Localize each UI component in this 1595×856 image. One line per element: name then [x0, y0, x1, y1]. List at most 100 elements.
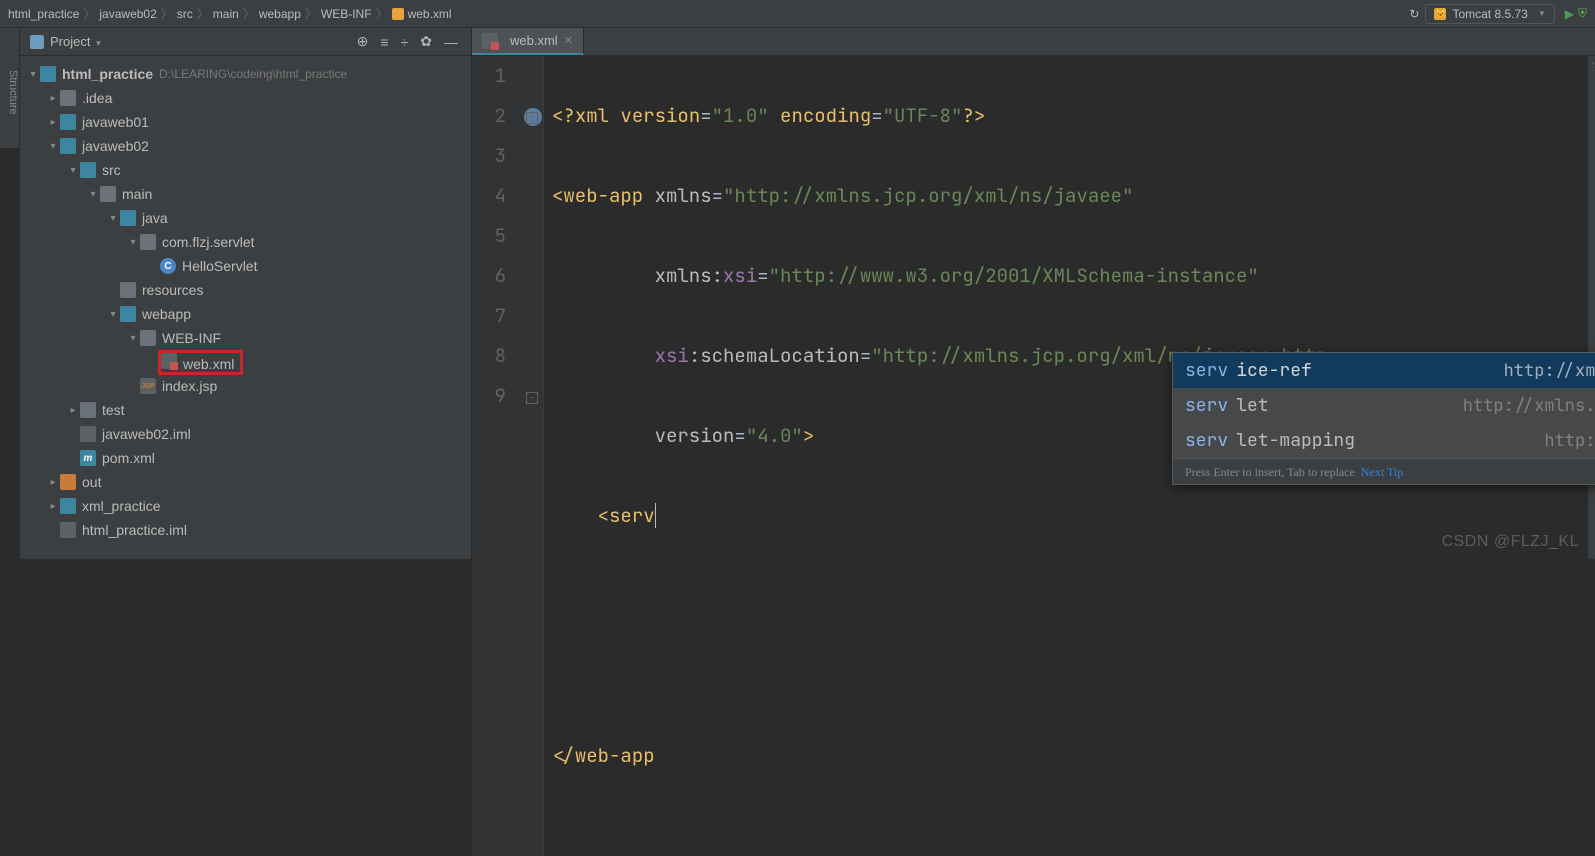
watermark: CSDN @FLZJ_KL: [1442, 533, 1579, 551]
tree-item[interactable]: java: [20, 206, 471, 230]
project-tool-window: Project ⊕ ≡ ÷ ✿ — html_practice D:\LEARI…: [20, 28, 472, 559]
code-completion-popup[interactable]: service-refhttp://xmlns.jcp.org/xml/n…se…: [1172, 352, 1595, 485]
folder-icon: [140, 234, 156, 250]
run-config-selector[interactable]: 🐱 Tomcat 8.5.73: [1425, 4, 1554, 24]
run-button[interactable]: ▶: [1565, 7, 1574, 21]
completion-hint: Press Enter to insert, Tab to replace: [1185, 452, 1355, 492]
tree-item[interactable]: html_practice.iml: [20, 518, 471, 542]
tree-item[interactable]: xml_practice: [20, 494, 471, 518]
code-editor[interactable]: 123456789 − − <?xml version="1.0" encodi…: [472, 56, 1595, 856]
completion-footer: Press Enter to insert, Tab to replace Ne…: [1173, 458, 1595, 484]
tree-item-label: WEB-INF: [162, 330, 221, 346]
tree-item[interactable]: javaweb01: [20, 110, 471, 134]
folder-blue-icon: [60, 138, 76, 154]
expand-icon[interactable]: ≡: [377, 34, 391, 50]
xml-file-icon: [482, 33, 498, 49]
folder-icon: [140, 330, 156, 346]
structure-tool-tab[interactable]: Structure: [0, 28, 20, 148]
tree-item[interactable]: m pom.xml: [20, 446, 471, 470]
breadcrumb-item[interactable]: main: [213, 7, 239, 21]
breadcrumb-item[interactable]: webapp: [259, 7, 301, 21]
tree-item[interactable]: web.xml: [20, 350, 471, 374]
tree-item-label: xml_practice: [82, 498, 161, 514]
folder-blue-icon: [60, 114, 76, 130]
tree-item[interactable]: com.flzj.servlet: [20, 230, 471, 254]
tree-item[interactable]: CHelloServlet: [20, 254, 471, 278]
tree-item[interactable]: test: [20, 398, 471, 422]
tree-item[interactable]: WEB-INF: [20, 326, 471, 350]
tree-item[interactable]: webapp: [20, 302, 471, 326]
editor-tabs: web.xml ✕: [472, 28, 1595, 56]
tree-item-label: javaweb02.iml: [102, 426, 191, 442]
file-icon: [60, 522, 76, 538]
tree-item-label: java: [142, 210, 168, 226]
tab-label: web.xml: [510, 33, 558, 48]
project-panel-header: Project ⊕ ≡ ÷ ✿ —: [20, 28, 471, 56]
fold-icon[interactable]: −: [526, 112, 538, 124]
folder-blue-icon: [60, 498, 76, 514]
tree-root[interactable]: html_practice D:\LEARING\codeing\html_pr…: [20, 62, 471, 86]
folder-icon: [80, 402, 96, 418]
jsp-icon: JSP: [140, 378, 156, 394]
tree-item[interactable]: javaweb02.iml: [20, 422, 471, 446]
folder-icon: [60, 90, 76, 106]
sync-icon[interactable]: ↻: [1409, 7, 1419, 21]
tree-item-label: webapp: [142, 306, 191, 322]
tree-item[interactable]: out: [20, 470, 471, 494]
breadcrumb-item[interactable]: web.xml: [408, 7, 452, 21]
debug-button[interactable]: ⛨: [1578, 6, 1587, 21]
tree-item-label: test: [102, 402, 125, 418]
tree-item-label: main: [122, 186, 152, 202]
project-title[interactable]: Project: [50, 34, 102, 49]
folder-blue-icon: [120, 210, 136, 226]
tree-item-label: web.xml: [183, 356, 234, 372]
tree-item[interactable]: main: [20, 182, 471, 206]
run-config-label: Tomcat 8.5.73: [1452, 7, 1527, 21]
breadcrumb-item[interactable]: WEB-INF: [321, 7, 372, 21]
folder-blue-icon: [80, 162, 96, 178]
breadcrumb-item[interactable]: src: [177, 7, 193, 21]
project-tree[interactable]: html_practice D:\LEARING\codeing\html_pr…: [20, 56, 471, 559]
tree-item[interactable]: resources: [20, 278, 471, 302]
tree-item-label: index.jsp: [162, 378, 217, 394]
tree-item[interactable]: JSP index.jsp: [20, 374, 471, 398]
tree-item-label: com.flzj.servlet: [162, 234, 255, 250]
m-icon: m: [80, 450, 96, 466]
folder-icon: [120, 282, 136, 298]
collapse-icon[interactable]: ÷: [398, 34, 412, 50]
hide-icon[interactable]: —: [441, 34, 461, 50]
tree-item-label: resources: [142, 282, 203, 298]
project-icon: [30, 35, 44, 49]
tree-item-label: html_practice.iml: [82, 522, 187, 538]
fold-icon[interactable]: −: [526, 392, 538, 404]
module-icon: [40, 66, 56, 82]
tree-item-label: pom.xml: [102, 450, 155, 466]
file-icon: [80, 426, 96, 442]
breadcrumb-item[interactable]: html_practice: [8, 7, 79, 21]
tree-item[interactable]: src: [20, 158, 471, 182]
locate-icon[interactable]: ⊕: [354, 33, 372, 50]
tomcat-icon: 🐱: [1434, 8, 1446, 20]
breadcrumb[interactable]: html_practice〉 javaweb02〉 src〉 main〉 web…: [8, 5, 1409, 22]
editor-area: web.xml ✕ 123456789 − − <?xml version="1…: [472, 28, 1595, 559]
xml-file-icon: [392, 8, 404, 20]
tree-item-label: .idea: [82, 90, 112, 106]
folder-orange-icon: [60, 474, 76, 490]
tree-item[interactable]: javaweb02: [20, 134, 471, 158]
tree-item-label: src: [102, 162, 121, 178]
tree-item-label: javaweb02: [82, 138, 149, 154]
folder-blue-icon: [120, 306, 136, 322]
breadcrumb-item[interactable]: javaweb02: [99, 7, 156, 21]
settings-icon[interactable]: ✿: [417, 33, 435, 50]
tree-item[interactable]: .idea: [20, 86, 471, 110]
tab-web-xml[interactable]: web.xml ✕: [472, 28, 584, 55]
completion-item[interactable]: service-refhttp://xmlns.jcp.org/xml/n…: [1173, 353, 1595, 388]
completion-item[interactable]: servlethttp://xmlns.jcp.org/xml/ns/ja…: [1173, 388, 1595, 423]
folder-icon: [100, 186, 116, 202]
close-icon[interactable]: ✕: [564, 34, 573, 47]
next-tip-link[interactable]: Next Tip: [1361, 452, 1403, 492]
navigation-bar: html_practice〉 javaweb02〉 src〉 main〉 web…: [0, 0, 1595, 28]
xml-icon: [161, 353, 177, 369]
gutter-icons[interactable]: − −: [522, 56, 544, 856]
line-numbers: 123456789: [472, 56, 522, 856]
